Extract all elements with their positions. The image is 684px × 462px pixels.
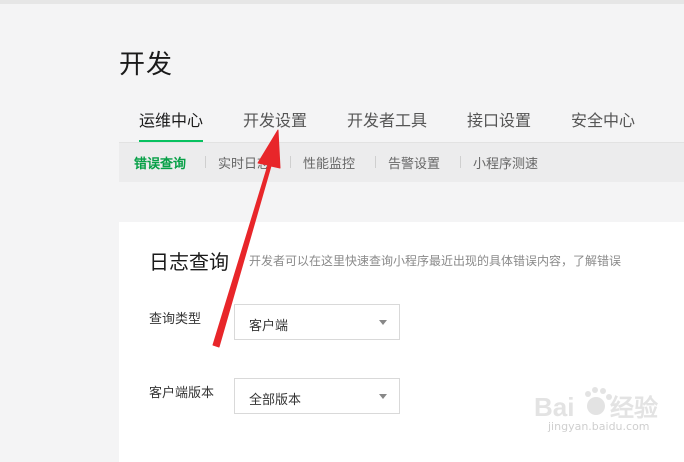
svg-text:经验: 经验	[610, 394, 658, 422]
watermark-url: jingyan.baidu.com	[548, 420, 650, 433]
baidu-watermark-icon: Bai 经验	[534, 387, 658, 422]
svg-text:Bai: Bai	[534, 392, 574, 422]
